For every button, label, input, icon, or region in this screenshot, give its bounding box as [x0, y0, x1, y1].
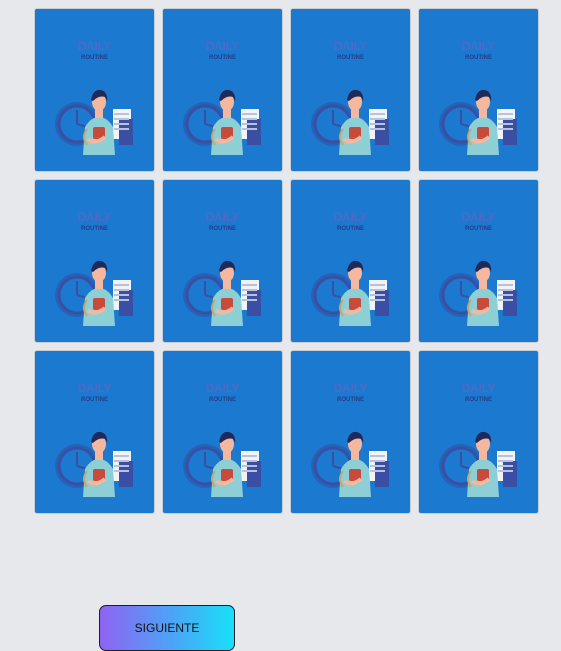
card-title: DAILY — [205, 381, 240, 395]
memory-card[interactable]: DAILY ROUTINE — [290, 8, 411, 172]
memory-card[interactable]: DAILY ROUTINE — [418, 8, 539, 172]
memory-card[interactable]: DAILY ROUTINE — [34, 350, 155, 514]
card-title: DAILY — [205, 210, 240, 224]
card-title: DAILY — [461, 210, 496, 224]
card-title: DAILY — [333, 39, 368, 53]
daily-routine-illustration-icon — [311, 431, 389, 497]
card-title: DAILY — [461, 39, 496, 53]
card-subtitle: ROUTINE — [465, 55, 492, 61]
daily-routine-illustration-icon — [311, 89, 389, 155]
memory-card[interactable]: DAILY ROUTINE — [290, 350, 411, 514]
card-subtitle: ROUTINE — [465, 226, 492, 232]
memory-card[interactable]: DAILY ROUTINE — [34, 8, 155, 172]
card-title: DAILY — [77, 210, 112, 224]
memory-card[interactable]: DAILY ROUTINE — [162, 8, 283, 172]
card-title: DAILY — [461, 381, 496, 395]
memory-card[interactable]: DAILY ROUTINE — [290, 179, 411, 343]
card-subtitle: ROUTINE — [337, 397, 364, 403]
card-subtitle: ROUTINE — [209, 55, 236, 61]
card-subtitle: ROUTINE — [81, 397, 108, 403]
memory-card[interactable]: DAILY ROUTINE — [162, 179, 283, 343]
card-title: DAILY — [77, 381, 112, 395]
card-subtitle: ROUTINE — [465, 397, 492, 403]
daily-routine-illustration-icon — [439, 260, 517, 326]
card-title: DAILY — [77, 39, 112, 53]
daily-routine-illustration-icon — [55, 89, 133, 155]
daily-routine-illustration-icon — [183, 89, 261, 155]
memory-card[interactable]: DAILY ROUTINE — [162, 350, 283, 514]
card-subtitle: ROUTINE — [337, 226, 364, 232]
daily-routine-illustration-icon — [311, 260, 389, 326]
card-subtitle: ROUTINE — [209, 226, 236, 232]
card-subtitle: ROUTINE — [209, 397, 236, 403]
card-subtitle: ROUTINE — [337, 55, 364, 61]
card-subtitle: ROUTINE — [81, 226, 108, 232]
memory-card[interactable]: DAILY ROUTINE — [34, 179, 155, 343]
daily-routine-illustration-icon — [439, 431, 517, 497]
daily-routine-illustration-icon — [55, 260, 133, 326]
daily-routine-illustration-icon — [183, 260, 261, 326]
card-title: DAILY — [333, 381, 368, 395]
daily-routine-illustration-icon — [439, 89, 517, 155]
next-button[interactable]: SIGUIENTE — [99, 605, 235, 651]
daily-routine-illustration-icon — [55, 431, 133, 497]
card-grid: DAILY ROUTINE DAILY ROUTINE DAILY ROUTIN… — [34, 8, 540, 514]
daily-routine-illustration-icon — [183, 431, 261, 497]
memory-card[interactable]: DAILY ROUTINE — [418, 179, 539, 343]
card-subtitle: ROUTINE — [81, 55, 108, 61]
memory-card[interactable]: DAILY ROUTINE — [418, 350, 539, 514]
card-title: DAILY — [333, 210, 368, 224]
card-title: DAILY — [205, 39, 240, 53]
